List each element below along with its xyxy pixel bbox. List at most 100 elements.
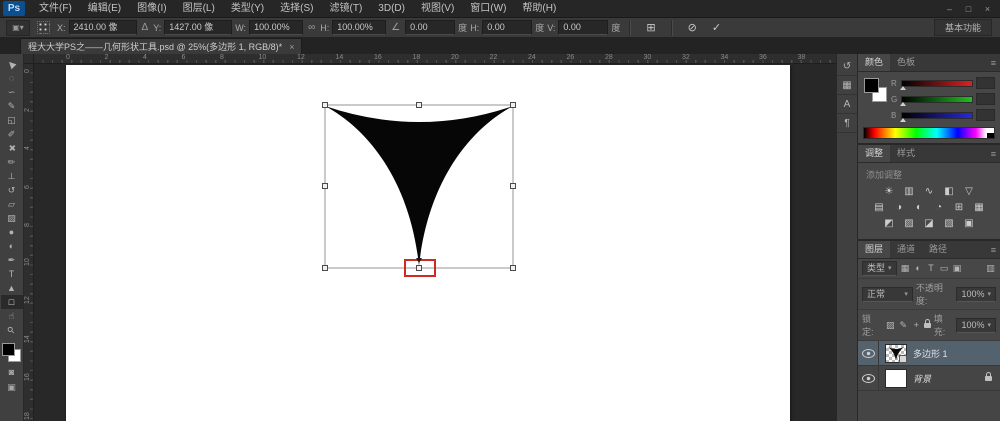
history-brush-tool-icon[interactable]: ↺ — [1, 183, 23, 197]
brush-tool-icon[interactable]: ✏ — [1, 155, 23, 169]
channel-mixer-icon[interactable]: ⊞ — [952, 201, 966, 214]
slider-thumb-icon[interactable] — [900, 118, 906, 122]
move-tool-icon[interactable]: ▶ — [1, 57, 23, 71]
menu-item-窗口[interactable]: 窗口(W) — [462, 0, 514, 18]
threshold-icon[interactable]: ◪ — [922, 217, 936, 230]
lock-transparency-icon[interactable]: ▨ — [885, 320, 896, 331]
invert-icon[interactable]: ◩ — [882, 217, 896, 230]
cancel-transform-icon[interactable]: ⊘ — [682, 21, 703, 34]
hand-tool-icon[interactable]: ☝ — [1, 309, 23, 323]
opacity-dropdown[interactable]: 100%▾ — [956, 287, 996, 302]
eye-icon[interactable] — [862, 374, 875, 383]
dodge-tool-icon[interactable]: ◐ — [1, 239, 23, 253]
screen-mode-icon[interactable]: ▣ — [1, 381, 23, 394]
crop-tool-icon[interactable]: ◱ — [1, 113, 23, 127]
menu-item-类型[interactable]: 类型(Y) — [223, 0, 272, 18]
shape-layer-graphic[interactable] — [66, 65, 790, 421]
slider-track-G[interactable] — [901, 96, 973, 103]
filter-smart-objects-icon[interactable]: ▣ — [952, 263, 963, 274]
panel-menu-icon[interactable]: ≡ — [991, 58, 1000, 68]
menu-item-图层[interactable]: 图层(L) — [175, 0, 223, 18]
paragraph-panel-icon[interactable]: ¶ — [837, 114, 857, 133]
transform-handle[interactable] — [417, 103, 422, 108]
warp-mode-icon[interactable]: ⊞ — [640, 21, 661, 34]
document-canvas[interactable] — [66, 65, 790, 421]
slider-value-field[interactable] — [976, 109, 995, 121]
tool-preset-dropdown[interactable]: ▣▾ — [6, 20, 30, 36]
rotation-field[interactable]: 0.00 — [405, 20, 455, 35]
type-tool-icon[interactable]: T — [1, 267, 23, 281]
menu-item-编辑[interactable]: 编辑(E) — [80, 0, 129, 18]
layer-thumbnail[interactable] — [885, 344, 907, 363]
x-position-field[interactable]: 2410.00 像 — [69, 20, 137, 35]
lock-position-icon[interactable]: + — [911, 320, 922, 330]
selective-color-icon[interactable]: ▣ — [962, 217, 976, 230]
slider-value-field[interactable] — [976, 77, 995, 89]
menu-item-文件[interactable]: 文件(F) — [31, 0, 80, 18]
healing-brush-tool-icon[interactable]: ✚ — [1, 141, 23, 155]
layer-row[interactable]: 背景 — [858, 366, 1000, 391]
posterize-icon[interactable]: ▨ — [902, 217, 916, 230]
document-tab[interactable]: 程大大学PS之——几何形状工具.psd @ 25%(多边形 1, RGB/8)*… — [20, 38, 302, 54]
blend-mode-dropdown[interactable]: 正常▾ — [862, 287, 913, 302]
tab-layers[interactable]: 图层 — [858, 241, 890, 258]
layer-visibility-cell[interactable] — [858, 341, 879, 365]
transform-handle[interactable] — [323, 184, 328, 189]
lasso-tool-icon[interactable]: ∽ — [1, 85, 23, 99]
color-lookup-icon[interactable]: ▦ — [972, 201, 986, 214]
transform-handle[interactable] — [417, 266, 422, 271]
black-white-icon[interactable]: ◐ — [912, 201, 926, 214]
relative-position-icon[interactable]: Δ — [140, 22, 151, 33]
menu-item-3D[interactable]: 3D(D) — [370, 0, 413, 18]
history-panel-icon[interactable]: ↺ — [837, 57, 857, 76]
tab-styles[interactable]: 样式 — [890, 145, 922, 162]
eye-icon[interactable] — [862, 349, 875, 358]
filter-pixel-layers-icon[interactable]: ▦ — [900, 263, 911, 274]
zoom-tool-icon[interactable]: ⚲ — [1, 323, 23, 337]
eraser-tool-icon[interactable]: ▱ — [1, 197, 23, 211]
path-selection-tool-icon[interactable]: ▲ — [1, 281, 23, 295]
transform-handle[interactable] — [323, 266, 328, 271]
exposure-icon[interactable]: ◧ — [942, 185, 956, 198]
fill-dropdown[interactable]: 100%▾ — [956, 318, 996, 333]
v-skew-field[interactable]: 0.00 — [558, 20, 608, 35]
hue-saturation-icon[interactable]: ▤ — [872, 201, 886, 214]
y-position-field[interactable]: 1427.00 像 — [164, 20, 232, 35]
maximize-button[interactable]: □ — [960, 2, 977, 15]
menu-item-视图[interactable]: 视图(V) — [413, 0, 462, 18]
tab-close-icon[interactable]: × — [289, 42, 294, 52]
tab-color[interactable]: 颜色 — [858, 54, 890, 71]
lock-image-icon[interactable]: ✎ — [898, 320, 909, 331]
character-panel-icon[interactable]: A — [837, 95, 857, 114]
canvas-area[interactable]: 02468101214161820222426283032343638 0246… — [24, 54, 836, 421]
slider-thumb-icon[interactable] — [900, 102, 906, 106]
tab-channels[interactable]: 通道 — [890, 241, 922, 258]
vibrance-icon[interactable]: ▽ — [962, 185, 976, 198]
color-panel-swatches[interactable] — [863, 77, 887, 103]
photo-filter-icon[interactable]: ◔ — [932, 201, 946, 214]
transform-handle[interactable] — [511, 266, 516, 271]
gradient-map-icon[interactable]: ▧ — [942, 217, 956, 230]
quick-mask-icon[interactable]: ◙ — [1, 365, 23, 378]
color-balance-icon[interactable]: ◑ — [892, 201, 906, 214]
slider-track-B[interactable] — [901, 112, 973, 119]
filter-kind-dropdown[interactable]: 类型▾ — [862, 261, 897, 276]
tab-adjustments[interactable]: 调整 — [858, 145, 890, 162]
h-skew-field[interactable]: 0.00 — [482, 20, 532, 35]
pen-tool-icon[interactable]: ✒ — [1, 253, 23, 267]
height-field[interactable]: 100.00% — [332, 20, 386, 35]
layer-visibility-cell[interactable] — [858, 366, 879, 390]
filter-toggle-icon[interactable]: ▥ — [985, 263, 996, 274]
levels-icon[interactable]: ▥ — [902, 185, 916, 198]
marquee-tool-icon[interactable]: ◌ — [1, 71, 23, 85]
panel-menu-icon[interactable]: ≡ — [991, 149, 1000, 159]
gradient-tool-icon[interactable]: ▨ — [1, 211, 23, 225]
brightness-contrast-icon[interactable]: ☀ — [882, 185, 896, 198]
lock-all-icon[interactable] — [924, 323, 931, 328]
properties-panel-icon[interactable]: ▦ — [837, 76, 857, 95]
eyedropper-tool-icon[interactable]: ✐ — [1, 127, 23, 141]
foreground-color-swatch[interactable] — [2, 343, 15, 356]
panel-menu-icon[interactable]: ≡ — [991, 245, 1000, 255]
transform-handle[interactable] — [511, 103, 516, 108]
width-field[interactable]: 100.00% — [249, 20, 303, 35]
